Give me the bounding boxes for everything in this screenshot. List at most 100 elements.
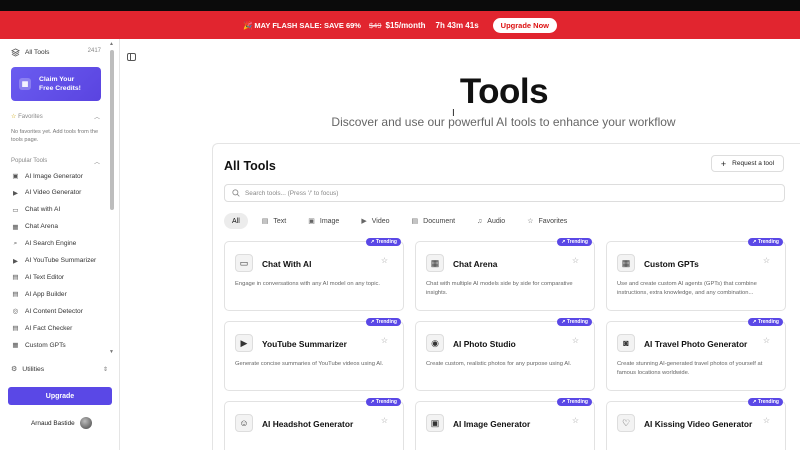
trending-badge: ↗ Trending bbox=[748, 238, 783, 246]
favorite-star-icon[interactable]: ☆ bbox=[381, 416, 388, 425]
tool-card[interactable]: ↗ Trending ▦ Chat Arena ☆ Chat with multiple… bbox=[415, 238, 595, 311]
user-profile[interactable]: Arnaud Bastide bbox=[31, 417, 92, 429]
document-icon: ▤ bbox=[411, 218, 419, 225]
tool-card[interactable]: ↗ Trending ☺ AI Headshot Generator ☆ bbox=[224, 398, 404, 450]
sliders-icon: ⚙ bbox=[11, 366, 18, 373]
document-icon: ▤ bbox=[12, 274, 19, 282]
text-icon: ▤ bbox=[261, 218, 269, 225]
grid-icon: ▦ bbox=[426, 254, 444, 272]
badge-label: Trending bbox=[757, 319, 779, 325]
badge-label: Trending bbox=[757, 399, 779, 405]
camera-icon: ◙ bbox=[617, 334, 635, 352]
filter-chip[interactable]: ☆ Favorites bbox=[519, 213, 575, 229]
sidebar-item[interactable]: ▤ AI Fact Checker bbox=[11, 323, 72, 333]
chevron-up-icon[interactable]: ︿ bbox=[94, 157, 100, 166]
sidebar-item[interactable]: ⌕ AI Search Engine bbox=[11, 239, 77, 249]
chevron-updown-icon: ⇕ bbox=[102, 366, 108, 373]
tool-name: Chat With AI bbox=[262, 259, 312, 269]
badge-label: Trending bbox=[566, 319, 588, 325]
sidebar-toggle-icon[interactable] bbox=[127, 53, 136, 61]
upgrade-button[interactable]: Upgrade bbox=[8, 387, 112, 405]
trending-badge: ↗ Trending bbox=[366, 238, 401, 246]
utilities-toggle[interactable]: ⚙ Utilities ⇕ bbox=[11, 365, 108, 374]
scroll-down-arrow[interactable]: ▼ bbox=[109, 349, 114, 355]
youtube-icon: ▶ bbox=[12, 257, 19, 265]
sidebar-item-all-tools[interactable]: All Tools bbox=[11, 47, 49, 57]
sidebar-item[interactable]: ▣ AI Image Generator bbox=[11, 171, 83, 181]
filter-label: Image bbox=[319, 217, 340, 225]
request-tool-button[interactable]: + Request a tool bbox=[711, 155, 784, 172]
trending-badge: ↗ Trending bbox=[748, 318, 783, 326]
sidebar-item[interactable]: ▶ AI Video Generator bbox=[11, 188, 81, 198]
sidebar-item[interactable]: ▤ AI Text Editor bbox=[11, 272, 64, 282]
grid-icon: ▦ bbox=[12, 342, 19, 349]
favorite-star-icon[interactable]: ☆ bbox=[572, 256, 579, 265]
sale-banner: 🎉 MAY FLASH SALE: SAVE 69% $49 $15/month… bbox=[0, 11, 800, 39]
tool-card[interactable]: ↗ Trending ◉ AI Photo Studio ☆ Create custom… bbox=[415, 318, 595, 391]
favorite-star-icon[interactable]: ☆ bbox=[763, 416, 770, 425]
sidebar-item[interactable]: ◎ AI Content Detector bbox=[11, 306, 83, 316]
upgrade-now-button[interactable]: Upgrade Now bbox=[492, 17, 557, 33]
filter-label: Favorites bbox=[538, 217, 568, 225]
tool-name: Chat Arena bbox=[453, 259, 498, 269]
favorite-star-icon[interactable]: ☆ bbox=[381, 336, 388, 345]
video-icon: ▶ bbox=[12, 189, 19, 197]
sidebar-item[interactable]: ▦ Custom GPTs bbox=[11, 340, 65, 350]
trending-badge: ↗ Trending bbox=[748, 398, 783, 406]
tool-card[interactable]: ↗ Trending ▭ Chat With AI ☆ Engage in conver… bbox=[224, 238, 404, 311]
tool-card[interactable]: ↗ Trending ▶ YouTube Summarizer ☆ Generate c… bbox=[224, 318, 404, 391]
favorite-star-icon[interactable]: ☆ bbox=[572, 416, 579, 425]
youtube-icon: ▶ bbox=[235, 334, 253, 352]
popular-tools-title[interactable]: Popular Tools bbox=[11, 158, 47, 164]
all-tools-heading: All Tools bbox=[224, 159, 276, 173]
image-icon: ▣ bbox=[308, 218, 315, 225]
sidebar-item[interactable]: ▦ Chat Arena bbox=[11, 222, 58, 232]
user-name: Arnaud Bastide bbox=[31, 419, 75, 427]
sidebar-item[interactable]: ▶ AI YouTube Summarizer bbox=[11, 256, 96, 266]
sidebar-item-label: AI Search Engine bbox=[25, 240, 77, 248]
trending-badge: ↗ Trending bbox=[557, 398, 592, 406]
sidebar-item[interactable]: ▤ AI App Builder bbox=[11, 289, 66, 299]
filter-chip[interactable]: ▤ Text bbox=[254, 213, 294, 229]
aperture-icon: ◉ bbox=[426, 334, 444, 352]
badge-label: Trending bbox=[757, 239, 779, 245]
filter-chip[interactable]: ▤ Document bbox=[404, 213, 464, 229]
document-icon: ▤ bbox=[12, 291, 19, 299]
tool-name: Custom GPTs bbox=[644, 259, 699, 269]
favorite-star-icon[interactable]: ☆ bbox=[381, 256, 388, 265]
favorite-star-icon[interactable]: ☆ bbox=[572, 336, 579, 345]
layers-icon bbox=[11, 47, 20, 57]
tool-description: Create custom, realistic photos for any … bbox=[426, 361, 572, 367]
filter-chip[interactable]: All bbox=[224, 213, 248, 229]
person-icon: ☺ bbox=[235, 414, 253, 432]
star-icon: ☆ bbox=[527, 218, 534, 225]
sidebar-item[interactable]: ▭ Chat with AI bbox=[11, 205, 60, 215]
badge-label: Trending bbox=[375, 399, 397, 405]
sale-price: $15/month bbox=[385, 20, 426, 30]
filter-label: Text bbox=[273, 217, 287, 225]
scroll-up-arrow[interactable]: ▲ bbox=[109, 41, 114, 47]
filter-chip[interactable]: ▶ Video bbox=[353, 213, 397, 229]
favorite-star-icon[interactable]: ☆ bbox=[763, 256, 770, 265]
sidebar-item-label: Chat Arena bbox=[25, 223, 58, 231]
favorite-star-icon[interactable]: ☆ bbox=[763, 336, 770, 345]
tool-card[interactable]: ↗ Trending ▦ Custom GPTs ☆ Use and create cu… bbox=[606, 238, 786, 311]
chat-icon: ▭ bbox=[235, 254, 253, 272]
filter-chip[interactable]: ♫ Audio bbox=[469, 213, 513, 229]
tool-card[interactable]: ↗ Trending ◙ AI Travel Photo Generator ☆ Cre… bbox=[606, 318, 786, 391]
badge-label: Trending bbox=[375, 319, 397, 325]
tool-description: Generate concise summaries of YouTube vi… bbox=[235, 361, 384, 367]
filter-chip[interactable]: ▣ Image bbox=[300, 213, 347, 229]
tool-name: AI Kissing Video Generator bbox=[644, 419, 753, 429]
page-title: Tools bbox=[459, 72, 549, 111]
image-icon: ▣ bbox=[426, 414, 444, 432]
sidebar-item-label: AI YouTube Summarizer bbox=[25, 257, 97, 264]
sidebar-item-label: Chat with AI bbox=[25, 206, 61, 214]
old-price: $49 bbox=[368, 20, 382, 30]
search-input[interactable]: Search tools... (Press '/' to focus) bbox=[224, 184, 785, 202]
tool-card[interactable]: ↗ Trending ♡ AI Kissing Video Generator ☆ bbox=[606, 398, 786, 450]
filter-tabs: All ▤ Text ▣ Image ▶ Video ▤ Document ♫ Audio ☆ Favo… bbox=[224, 213, 575, 229]
tool-description: Chat with multiple AI models side by sid… bbox=[426, 281, 573, 296]
tool-card[interactable]: ↗ Trending ▣ AI Image Generator ☆ bbox=[415, 398, 595, 450]
trending-badge: ↗ Trending bbox=[366, 398, 401, 406]
